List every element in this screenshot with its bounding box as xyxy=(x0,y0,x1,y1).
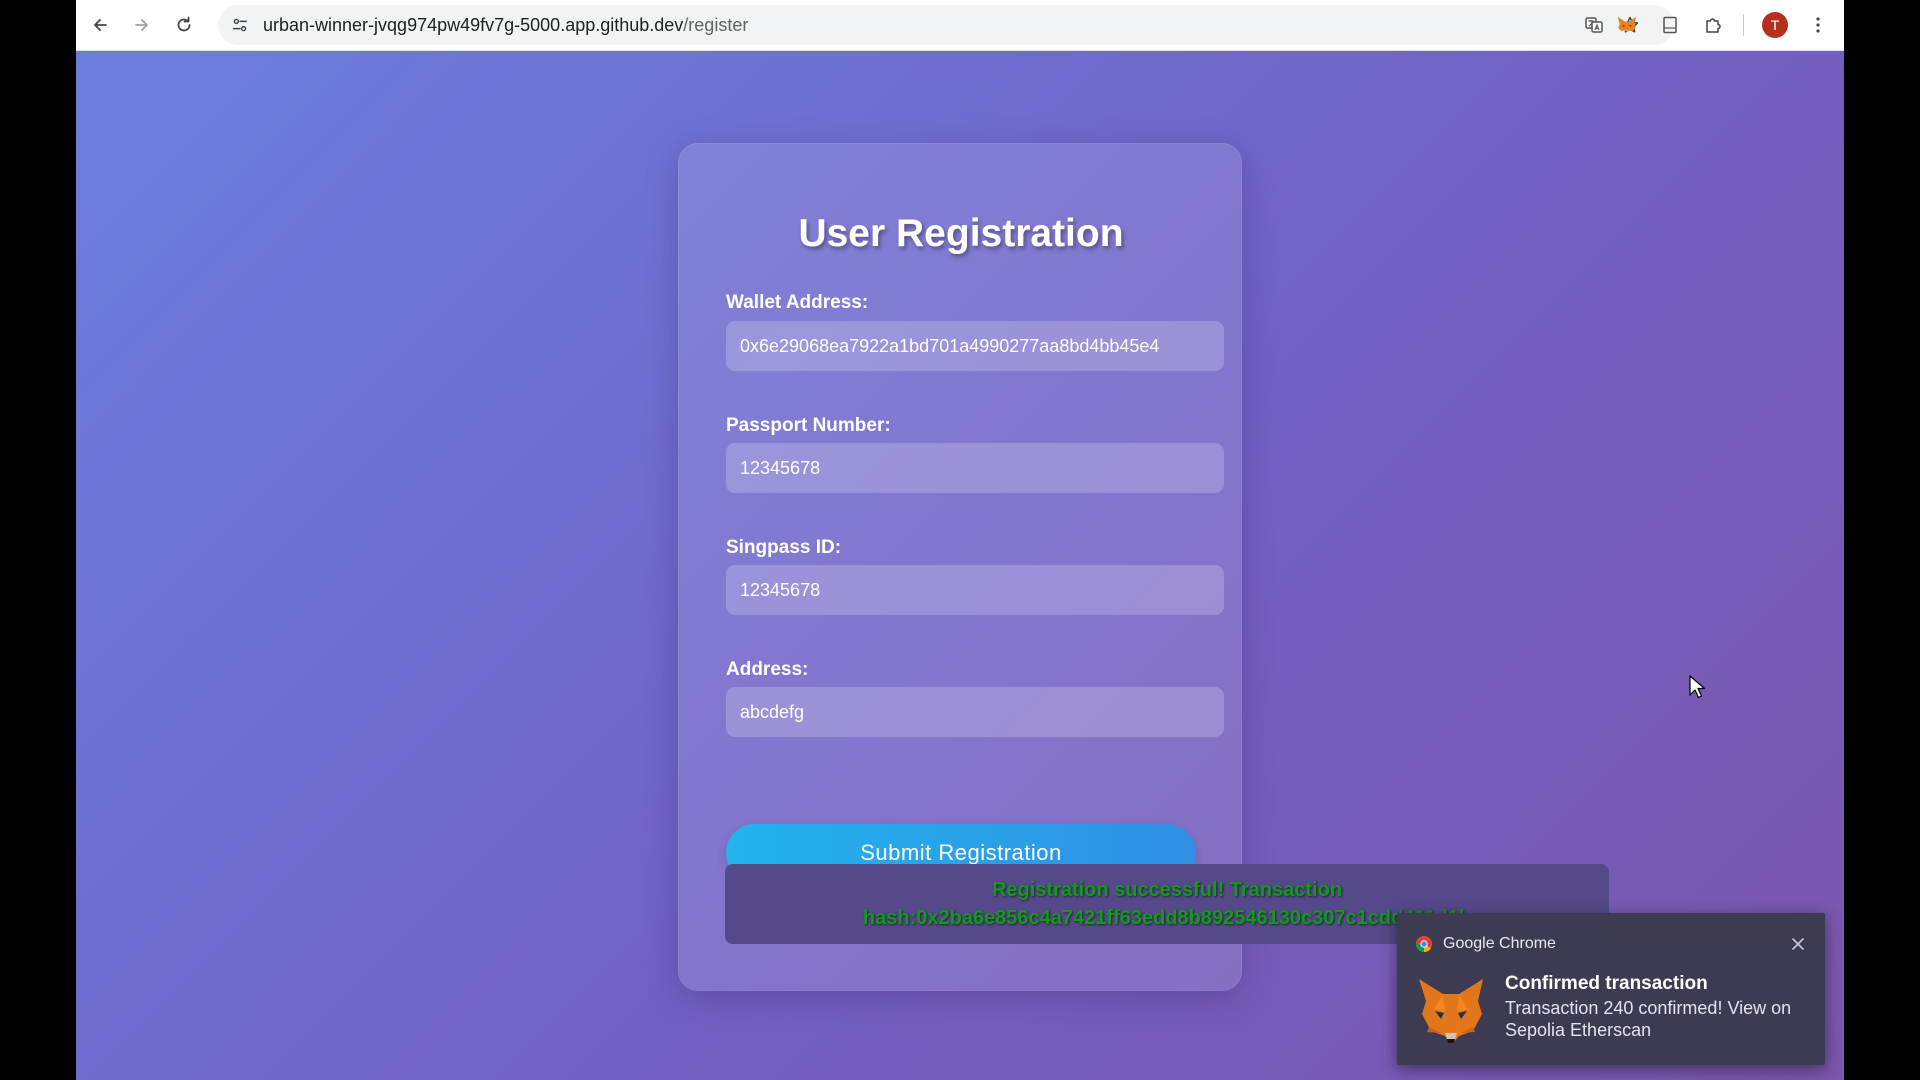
metamask-fox-icon xyxy=(1419,979,1483,1043)
notification-close-icon[interactable] xyxy=(1789,935,1807,953)
forward-button[interactable] xyxy=(124,7,160,43)
wallet-address-label: Wallet Address: xyxy=(726,292,869,313)
metamask-extension-button[interactable] xyxy=(1609,7,1645,43)
address-bar[interactable]: urban-winner-jvqg974pw49fv7g-5000.app.gi… xyxy=(218,5,1674,45)
notification-title: Confirmed transaction xyxy=(1505,973,1708,994)
extensions-puzzle-icon xyxy=(1706,18,1721,33)
profile-avatar[interactable]: T xyxy=(1762,12,1788,38)
kebab-menu-icon xyxy=(1816,17,1820,33)
singpass-id-label: Singpass ID: xyxy=(726,537,842,558)
metamask-extension-icon xyxy=(1617,16,1637,32)
notification-app-name: Google Chrome xyxy=(1443,935,1556,952)
address-input[interactable] xyxy=(726,687,1224,737)
address-label: Address: xyxy=(726,659,809,680)
reload-button[interactable] xyxy=(166,7,202,43)
browser-toolbar: urban-winner-jvqg974pw49fv7g-5000.app.gi… xyxy=(76,0,1844,51)
back-button[interactable] xyxy=(82,7,118,43)
url-text[interactable]: urban-winner-jvqg974pw49fv7g-5000.app.gi… xyxy=(263,5,748,45)
url-path: /register xyxy=(683,15,749,35)
wallet-address-input[interactable] xyxy=(726,321,1224,371)
browser-menu-button[interactable] xyxy=(1800,7,1836,43)
reload-icon xyxy=(177,16,191,32)
chrome-logo-icon xyxy=(1415,935,1433,953)
passport-number-input[interactable] xyxy=(726,443,1224,493)
url-host: urban-winner-jvqg974pw49fv7g-5000.app.gi… xyxy=(263,15,684,35)
document-icon xyxy=(1663,16,1677,34)
translate-icon[interactable] xyxy=(1582,13,1606,37)
mouse-cursor-icon xyxy=(1689,675,1705,699)
extensions-button[interactable] xyxy=(1695,7,1731,43)
singpass-id-input[interactable] xyxy=(726,565,1224,615)
notification-header: Google Chrome xyxy=(1415,935,1556,953)
page-title: User Registration xyxy=(798,212,1124,255)
toolbar-separator xyxy=(1743,14,1744,36)
chrome-notification[interactable]: Google Chrome Confirmed transaction Tran… xyxy=(1397,913,1825,1065)
site-settings-icon[interactable] xyxy=(228,13,252,37)
back-arrow-icon xyxy=(94,19,107,31)
forward-arrow-icon xyxy=(135,19,148,31)
passport-number-label: Passport Number: xyxy=(726,415,891,436)
result-message-line-1: Registration successful! Transaction xyxy=(991,879,1343,901)
document-button[interactable] xyxy=(1652,7,1688,43)
notification-body: Transaction 240 confirmed! View on Sepol… xyxy=(1505,998,1792,1040)
